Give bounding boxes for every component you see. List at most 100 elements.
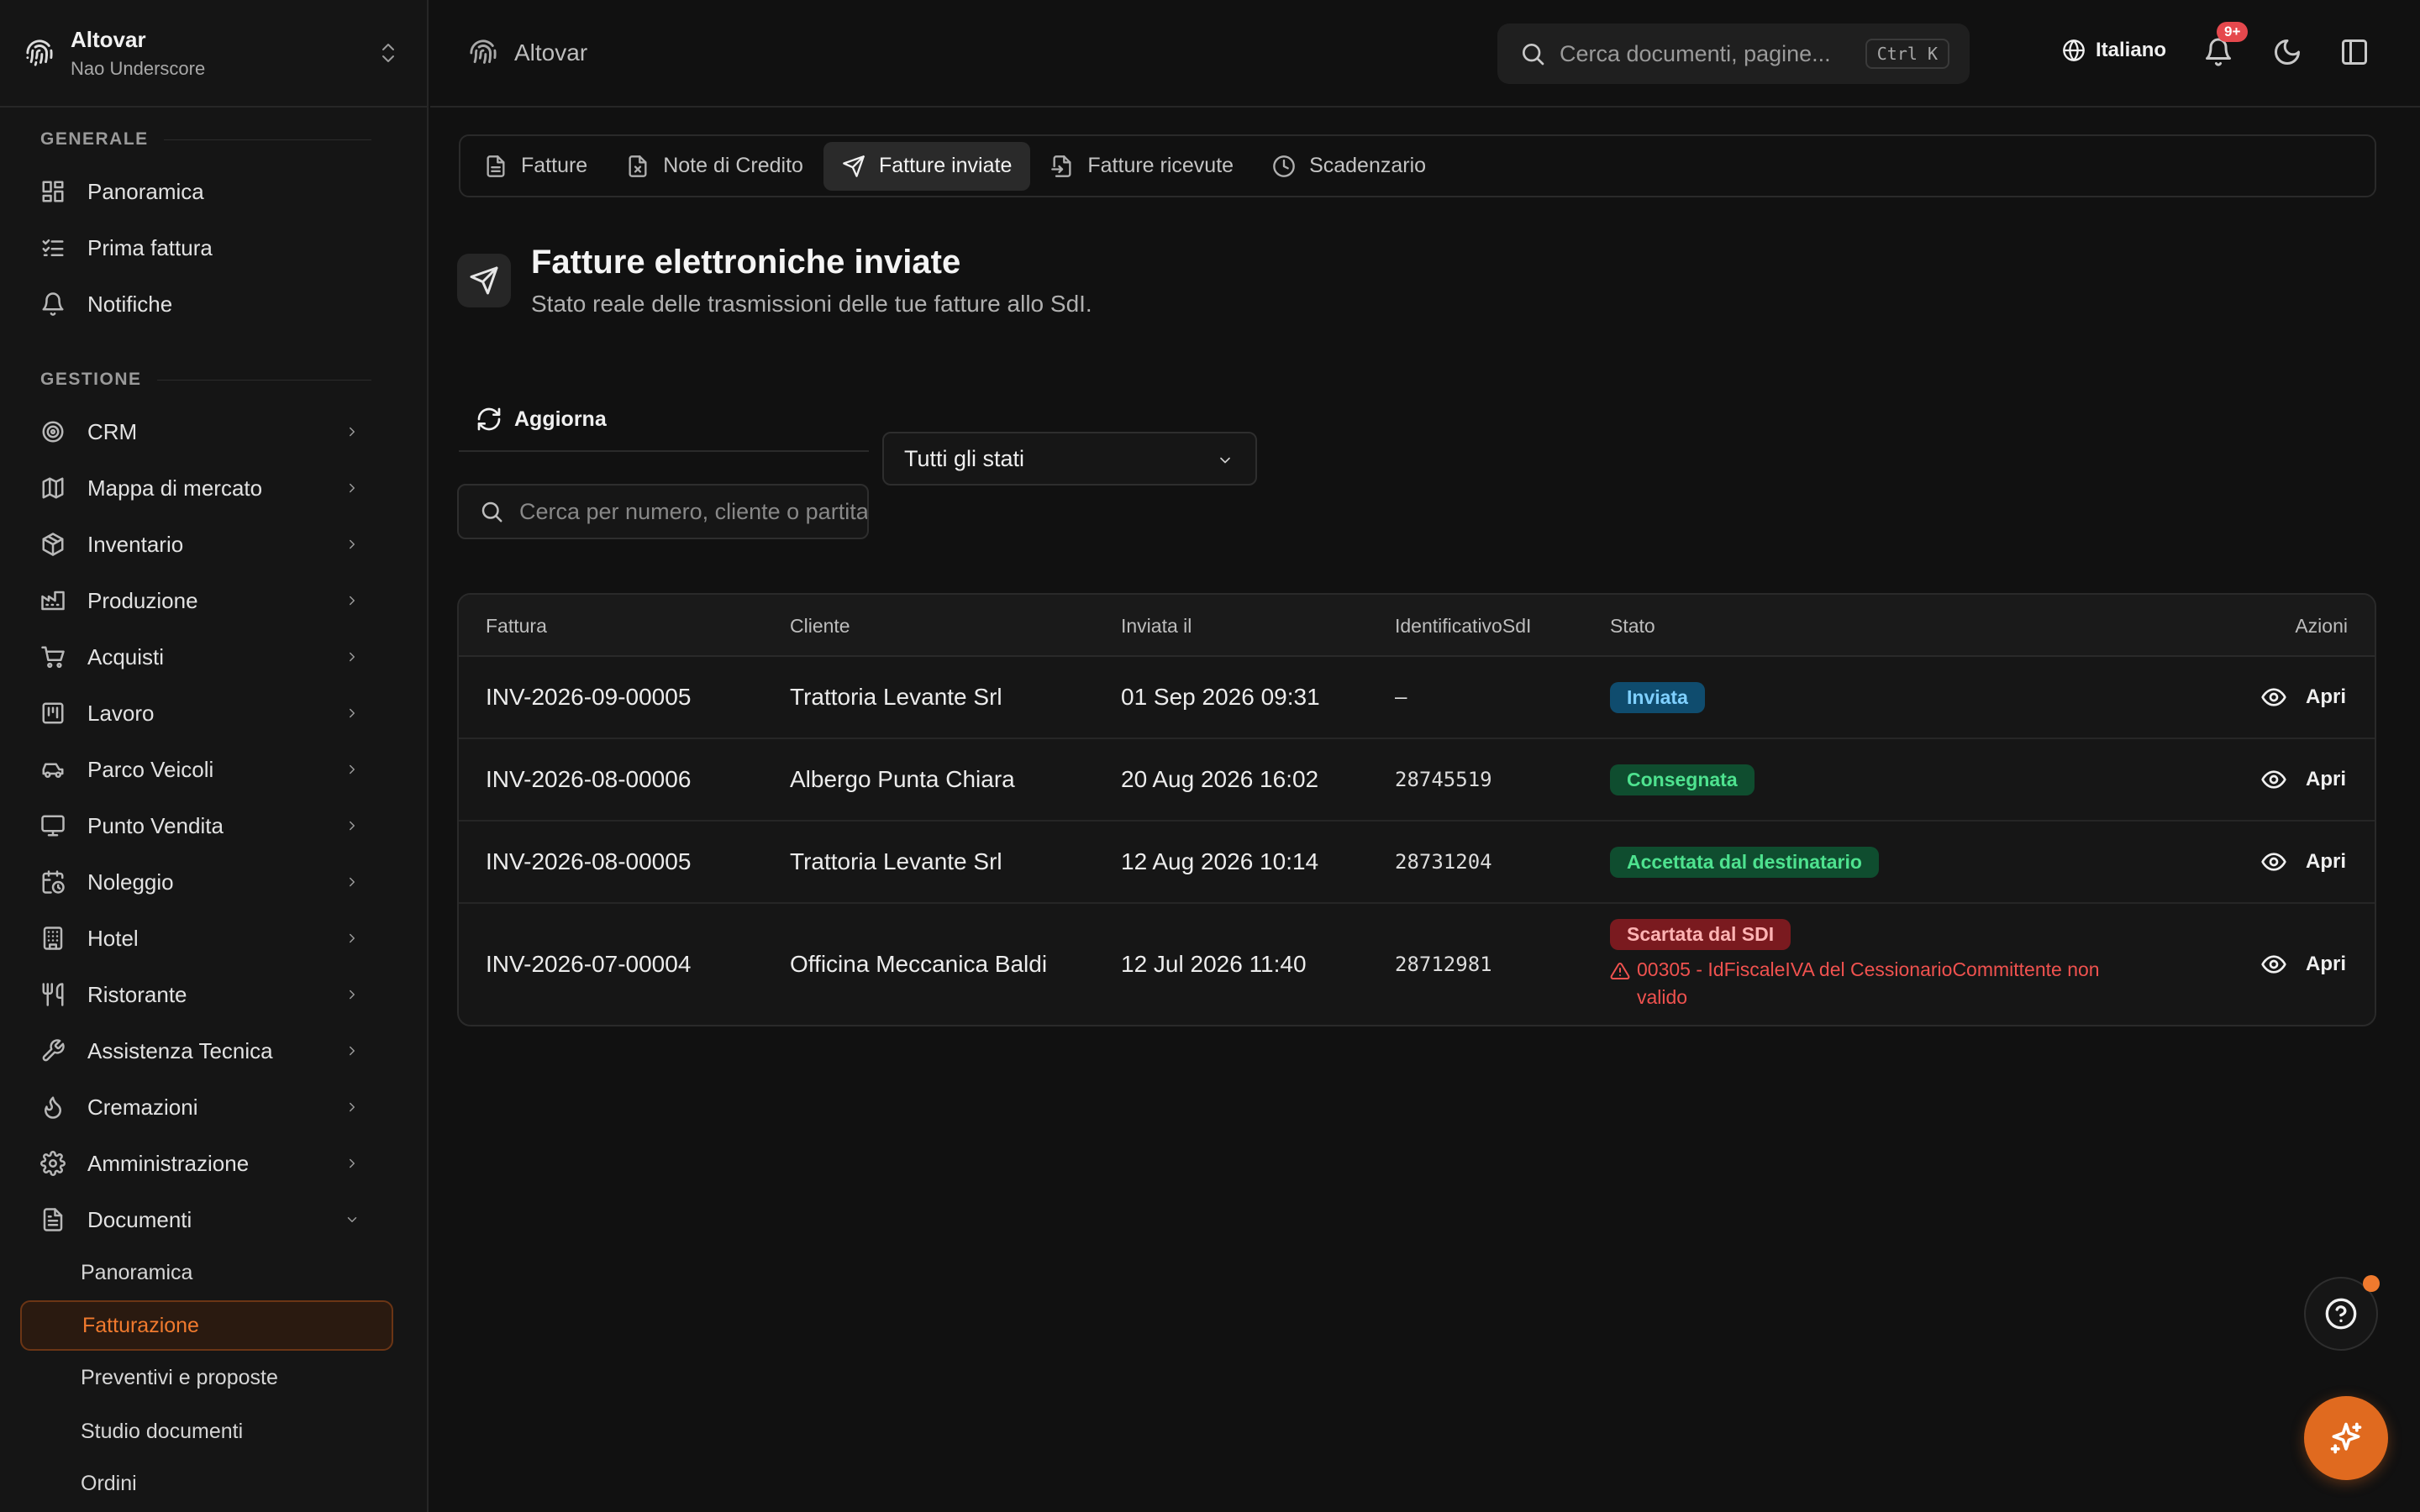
tab-scadenzario[interactable]: Scadenzario — [1254, 142, 1444, 191]
sidebar-toggle-icon[interactable] — [2339, 37, 2370, 67]
moon-icon[interactable] — [2272, 37, 2302, 67]
fingerprint-logo-icon — [25, 39, 54, 67]
table-row[interactable]: INV-2026-07-00004 Officina Meccanica Bal… — [459, 904, 2375, 1025]
tab-fatture-ricevute[interactable]: Fatture ricevute — [1032, 142, 1252, 191]
sidebar-item-punto-vendita[interactable]: Punto Vendita — [20, 801, 381, 850]
tab-fatture-inviate[interactable]: Fatture inviate — [823, 141, 1031, 191]
sidebar-item-inventario[interactable]: Inventario — [20, 520, 381, 569]
sidebar-item-amministrazione[interactable]: Amministrazione — [20, 1139, 381, 1188]
map-icon — [40, 475, 66, 501]
chevron-right-icon — [345, 762, 360, 777]
refresh-button[interactable]: Aggiorna — [459, 388, 869, 452]
sent-invoices-table: Fattura Cliente Inviata il Identificativ… — [457, 593, 2376, 1026]
sidebar-item-label: Acquisti — [87, 643, 165, 669]
clock-icon — [1272, 155, 1296, 178]
invoice-search-placeholder: Cerca per numero, cliente o partita IVA — [519, 498, 869, 524]
status-badge: Scartata dal SDI — [1610, 919, 1791, 950]
global-search[interactable]: Cerca documenti, pagine... Ctrl K — [1497, 24, 1970, 84]
column-header-azioni: Azioni — [2295, 615, 2348, 637]
section-label-generale: GENERALE — [40, 129, 371, 150]
sidebar-item-label: Cremazioni — [87, 1094, 198, 1120]
open-invoice-button[interactable]: Apri — [2260, 684, 2346, 711]
chevron-right-icon — [345, 1100, 360, 1115]
sidebar-item-label: CRM — [87, 418, 138, 444]
sidebar-item-label: Amministrazione — [87, 1150, 250, 1176]
language-selector[interactable]: Italiano — [2062, 39, 2166, 62]
rejection-error: 00305 - IdFiscaleIVA del CessionarioComm… — [1610, 956, 2148, 1011]
chevron-right-icon — [345, 987, 360, 1002]
open-invoice-button[interactable]: Apri — [2260, 848, 2346, 875]
rejection-error-text: 00305 - IdFiscaleIVA del CessionarioComm… — [1637, 958, 2100, 1008]
tab-label: Fatture ricevute — [1087, 154, 1234, 177]
breadcrumb[interactable]: Altovar — [469, 39, 587, 67]
chevron-right-icon — [345, 818, 360, 833]
sidebar-item-hotel[interactable]: Hotel — [20, 914, 381, 963]
sidebar-item-label: Ristorante — [87, 981, 187, 1007]
sidebar-subitem-preventivi[interactable]: Preventivi e proposte — [20, 1352, 393, 1403]
sidebar-item-panoramica[interactable]: Panoramica — [20, 167, 381, 216]
breadcrumb-label: Altovar — [514, 39, 588, 66]
table-row[interactable]: INV-2026-08-00005 Trattoria Levante Srl … — [459, 822, 2375, 904]
sidebar-item-mappa-di-mercato[interactable]: Mappa di mercato — [20, 464, 381, 512]
invoice-number: INV-2026-08-00006 — [486, 766, 692, 792]
sidebar-subitem-studio-documenti[interactable]: Studio documenti — [20, 1406, 393, 1457]
sidebar-subitem-ordini[interactable]: Ordini — [20, 1458, 393, 1509]
wrench-icon — [40, 1038, 66, 1063]
org-switcher[interactable]: Altovar Nao Underscore — [0, 0, 427, 108]
sent-date: 12 Jul 2026 11:40 — [1121, 951, 1307, 977]
send-icon — [457, 254, 511, 307]
org-name: Altovar — [71, 26, 146, 52]
target-icon — [40, 419, 66, 444]
chevron-right-icon — [345, 1043, 360, 1058]
tab-fatture[interactable]: Fatture — [466, 142, 606, 191]
ai-assistant-button[interactable] — [2304, 1396, 2388, 1480]
notification-badge: 9+ — [2217, 22, 2249, 42]
sidebar-item-lavoro[interactable]: Lavoro — [20, 689, 381, 738]
open-label: Apri — [2306, 768, 2346, 790]
client-name: Trattoria Levante Srl — [790, 848, 1002, 874]
status-filter-select[interactable]: Tutti gli stati — [882, 432, 1257, 486]
search-placeholder: Cerca documenti, pagine... — [1560, 40, 1831, 66]
sidebar-item-parco-veicoli[interactable]: Parco Veicoli — [20, 745, 381, 794]
tab-label: Note di Credito — [663, 154, 803, 177]
language-label: Italiano — [2096, 39, 2167, 61]
open-invoice-button[interactable]: Apri — [2260, 766, 2346, 793]
sidebar-item-produzione[interactable]: Produzione — [20, 576, 381, 625]
page-title: Fatture elettroniche inviate — [531, 244, 961, 281]
chevron-right-icon — [345, 480, 360, 496]
status-filter-value: Tutti gli stati — [904, 445, 1025, 471]
column-header-inviata-il: Inviata il — [1121, 615, 1192, 637]
sidebar-item-noleggio[interactable]: Noleggio — [20, 858, 381, 906]
sidebar-item-assistenza-tecnica[interactable]: Assistenza Tecnica — [20, 1026, 381, 1075]
sidebar-item-label: Inventario — [87, 531, 184, 557]
chevron-right-icon — [345, 424, 360, 439]
sidebar-item-cremazioni[interactable]: Cremazioni — [20, 1083, 381, 1131]
sidebar-item-ristorante[interactable]: Ristorante — [20, 970, 381, 1019]
sidebar-item-crm[interactable]: CRM — [20, 407, 381, 456]
sidebar-item-prima-fattura[interactable]: Prima fattura — [20, 223, 381, 272]
sidebar-subitem-panoramica[interactable]: Panoramica — [20, 1247, 393, 1298]
top-header: Altovar Cerca documenti, pagine... Ctrl … — [430, 0, 2420, 108]
search-icon — [1519, 40, 1546, 67]
sparkles-icon — [2328, 1420, 2365, 1457]
table-row[interactable]: INV-2026-09-00005 Trattoria Levante Srl … — [459, 657, 2375, 739]
tab-label: Scadenzario — [1309, 154, 1427, 177]
table-row[interactable]: INV-2026-08-00006 Albergo Punta Chiara 2… — [459, 739, 2375, 822]
sidebar-item-notifiche[interactable]: Notifiche — [20, 280, 381, 328]
sidebar-item-acquisti[interactable]: Acquisti — [20, 633, 381, 681]
sidebar-item-label: Punto Vendita — [87, 812, 224, 838]
invoice-search-input[interactable]: Cerca per numero, cliente o partita IVA — [457, 484, 869, 539]
table-header: Fattura Cliente Inviata il Identificativ… — [459, 595, 2375, 657]
sidebar-item-label: Produzione — [87, 587, 198, 613]
chevron-right-icon — [345, 537, 360, 552]
client-name: Officina Meccanica Baldi — [790, 951, 1048, 977]
building-icon — [40, 926, 66, 951]
file-x-icon — [626, 155, 650, 178]
sidebar-item-label: Documenti — [87, 1206, 192, 1232]
sidebar-item-documenti[interactable]: Documenti — [20, 1195, 381, 1244]
tab-note-di-credito[interactable]: Note di Credito — [608, 142, 822, 191]
sidebar: Altovar Nao Underscore GENERALE Panorami… — [0, 0, 429, 1512]
open-invoice-button[interactable]: Apri — [2260, 951, 2346, 978]
status-badge: Consegnata — [1610, 764, 1754, 795]
sidebar-subitem-fatturazione[interactable]: Fatturazione — [20, 1300, 393, 1351]
